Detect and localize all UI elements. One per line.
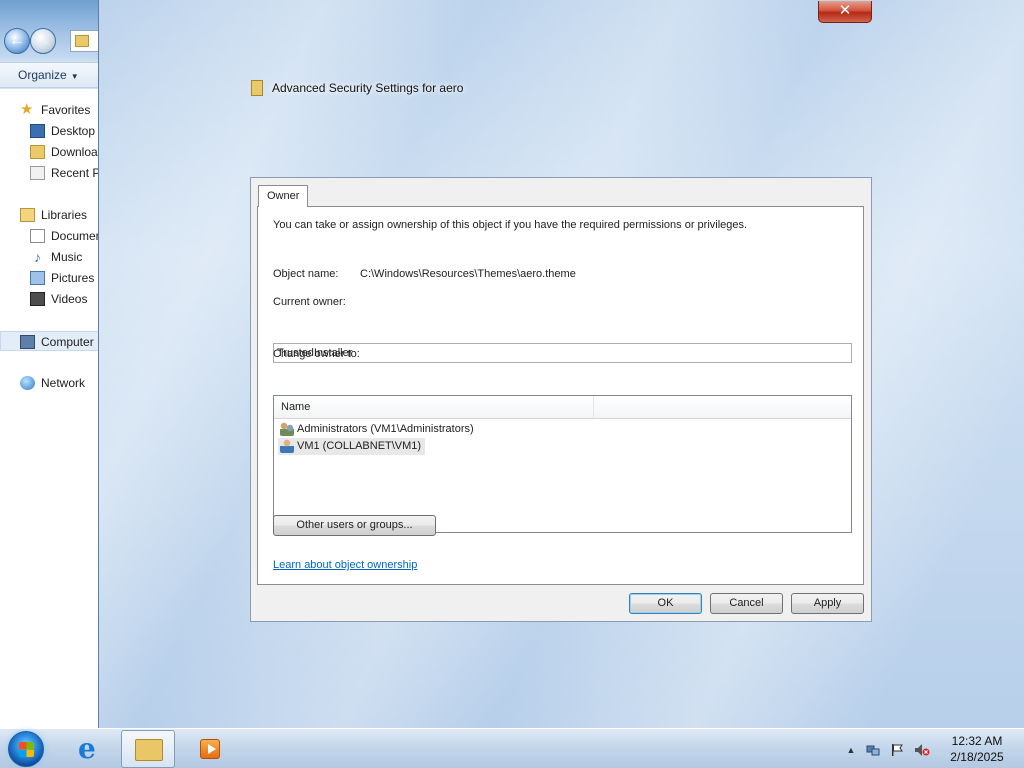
forward-button[interactable]: →	[30, 28, 56, 54]
nav-desktop-label: Desktop	[51, 124, 96, 138]
nav-documents[interactable]: Documents	[0, 226, 100, 246]
nav-computer[interactable]: Computer	[0, 331, 100, 351]
user-icon	[280, 439, 294, 453]
navigation-pane: ★ Favorites Desktop Downloads Recent Pla…	[0, 89, 100, 728]
nav-videos[interactable]: Videos	[0, 289, 100, 309]
windows-logo-icon	[19, 742, 34, 757]
column-header-name[interactable]: Name	[274, 396, 594, 418]
address-bar[interactable]	[70, 30, 100, 52]
nav-favorites-label: Favorites	[41, 103, 91, 117]
recent-places-icon	[30, 166, 45, 180]
list-header: Name	[274, 396, 851, 419]
explorer-toolbar: Organize ▼	[0, 62, 100, 88]
nav-favorites[interactable]: ★ Favorites	[0, 100, 100, 120]
folder-lock-icon	[251, 80, 263, 96]
pictures-icon	[30, 271, 45, 285]
current-owner-field[interactable]	[273, 343, 852, 363]
cancel-button[interactable]: Cancel	[710, 593, 783, 614]
owner-tab-panel: You can take or assign ownership of this…	[257, 206, 864, 585]
media-player-icon	[200, 739, 220, 759]
nav-pictures[interactable]: Pictures	[0, 268, 100, 288]
list-item[interactable]: VM1 (COLLABNET\VM1)	[278, 438, 426, 455]
clock-time[interactable]: 12:32 AM	[944, 734, 1010, 748]
taskbar: e ▲ 12:32 AM 2/18/2025	[0, 728, 1024, 768]
taskbar-windows-explorer[interactable]	[121, 730, 175, 768]
nav-recent-places-label: Recent Places	[51, 166, 100, 180]
nav-downloads[interactable]: Downloads	[0, 142, 100, 162]
apply-button[interactable]: Apply	[791, 593, 864, 614]
change-owner-list[interactable]: Name Administrators (VM1\Administrators)…	[273, 395, 852, 533]
folder-icon	[75, 35, 89, 47]
star-icon: ★	[20, 101, 34, 118]
nav-network[interactable]: Network	[0, 373, 100, 393]
list-item[interactable]: Administrators (VM1\Administrators)	[278, 421, 478, 438]
chevron-down-icon: ▼	[70, 72, 79, 81]
organize-button[interactable]: Organize ▼	[18, 68, 79, 82]
nav-computer-label: Computer	[41, 335, 94, 349]
object-name-value: C:\Windows\Resources\Themes\aero.theme	[360, 268, 576, 280]
change-owner-label: Change owner to:	[273, 348, 360, 360]
close-button[interactable]: ✕	[818, 1, 872, 23]
desktop-icon	[30, 124, 45, 138]
ok-button[interactable]: OK	[629, 593, 702, 614]
learn-ownership-link[interactable]: Learn about object ownership	[273, 559, 417, 571]
list-item-label: VM1 (COLLABNET\VM1)	[297, 440, 422, 452]
tab-owner[interactable]: Owner	[258, 185, 309, 207]
network-icon	[20, 376, 35, 390]
nav-network-label: Network	[41, 376, 86, 390]
organize-label: Organize	[18, 68, 67, 82]
downloads-folder-icon	[30, 145, 45, 159]
explorer-titlebar: ← →	[0, 0, 100, 60]
action-center-flag-icon[interactable]	[890, 743, 904, 757]
owner-description: You can take or assign ownership of this…	[273, 219, 748, 231]
libraries-icon	[20, 208, 35, 222]
taskbar-media-player[interactable]	[180, 730, 234, 768]
nav-libraries[interactable]: Libraries	[0, 205, 100, 225]
users-group-icon	[280, 422, 294, 436]
back-button[interactable]: ←	[4, 28, 30, 54]
music-note-icon: ♪	[34, 249, 41, 265]
show-hidden-icons-button[interactable]: ▲	[844, 743, 858, 757]
start-button[interactable]	[8, 731, 44, 767]
nav-videos-label: Videos	[51, 292, 88, 306]
nav-recent-places[interactable]: Recent Places	[0, 163, 100, 183]
videos-icon	[30, 292, 45, 306]
nav-desktop[interactable]: Desktop	[0, 121, 100, 141]
computer-icon	[20, 335, 35, 349]
nav-downloads-label: Downloads	[51, 145, 100, 159]
current-owner-label: Current owner:	[273, 296, 346, 308]
other-users-or-groups-button[interactable]: Other users or groups...	[273, 515, 436, 536]
list-item-label: Administrators (VM1\Administrators)	[297, 423, 474, 435]
nav-music[interactable]: ♪ Music	[0, 247, 100, 267]
clock-date[interactable]: 2/18/2025	[944, 750, 1010, 764]
nav-pictures-label: Pictures	[51, 271, 95, 285]
documents-icon	[30, 229, 45, 243]
nav-documents-label: Documents	[51, 229, 100, 243]
volume-muted-icon[interactable]	[914, 743, 930, 757]
internet-explorer-icon: e	[78, 732, 96, 765]
close-icon: ✕	[838, 2, 852, 19]
owner-dialog: Owner You can take or assign ownership o…	[250, 177, 872, 622]
nav-music-label: Music	[51, 250, 83, 264]
nav-libraries-label: Libraries	[41, 208, 88, 222]
folder-icon	[135, 739, 163, 761]
object-name-label: Object name:	[273, 268, 339, 280]
window-title: Advanced Security Settings for aero	[272, 81, 464, 95]
taskbar-internet-explorer[interactable]: e	[64, 730, 118, 768]
network-status-icon[interactable]	[866, 743, 880, 757]
